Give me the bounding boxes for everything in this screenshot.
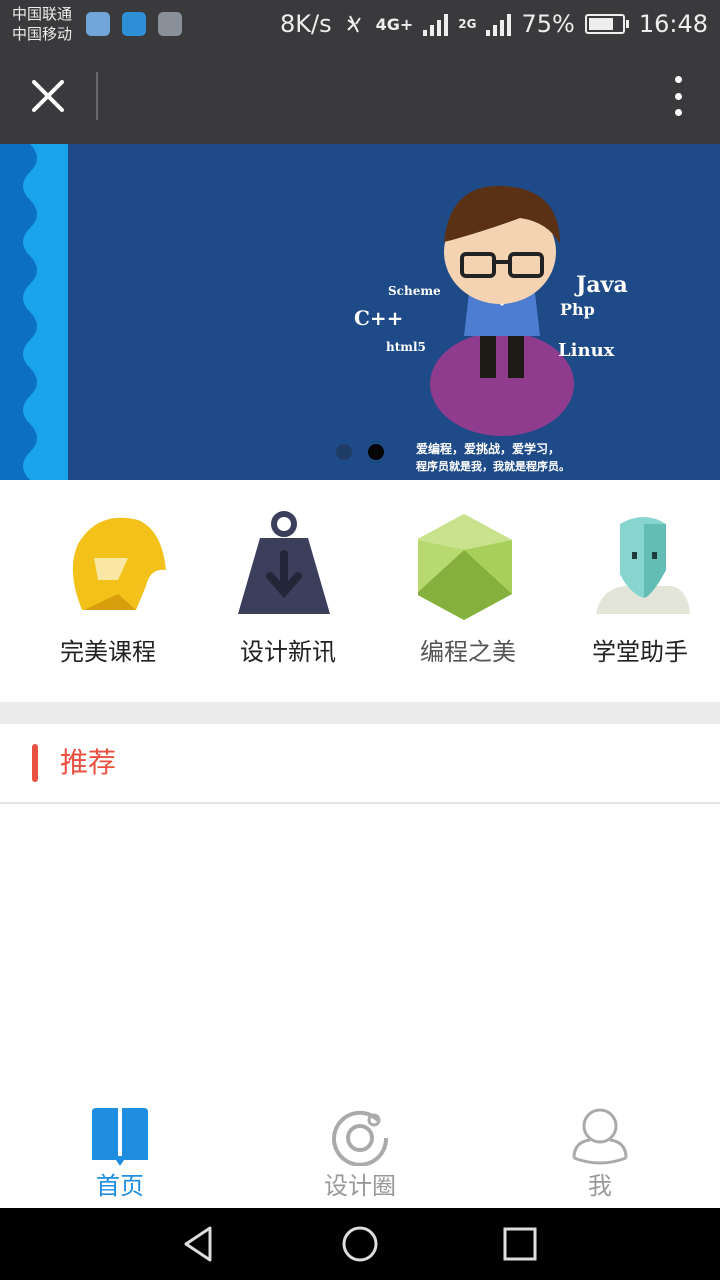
- home-icon[interactable]: [338, 1222, 382, 1266]
- lang-scheme: Scheme: [388, 284, 441, 298]
- battery-percent: 75%: [521, 10, 575, 38]
- clock: 16:48: [638, 10, 708, 38]
- more-options-button[interactable]: [666, 76, 690, 116]
- notification-icons: [86, 12, 182, 36]
- tab-label: 首页: [96, 1172, 144, 1200]
- recents-icon[interactable]: [498, 1222, 542, 1266]
- carousel-dot-2[interactable]: [368, 444, 384, 460]
- tab-me[interactable]: 我: [480, 1098, 720, 1208]
- circle-dot-icon: [332, 1110, 389, 1166]
- vibrate-off-icon: [346, 15, 361, 33]
- recommend-section-header: 推荐: [0, 724, 720, 804]
- bottom-tab-bar: 首页 设计圈 我: [0, 1098, 720, 1208]
- user-icon: [572, 1108, 628, 1165]
- entry-news[interactable]: 设计新讯: [198, 480, 378, 702]
- entry-coding[interactable]: 编程之美: [378, 480, 558, 702]
- entry-label: 完美课程: [60, 638, 156, 666]
- more-vertical-icon: [674, 76, 682, 83]
- status-right: 8K/s 4G+ 2G 75% 16:48: [280, 8, 708, 40]
- battery-icon: [584, 14, 629, 34]
- tab-label: 我: [588, 1172, 612, 1200]
- lang-html5: html5: [386, 340, 426, 354]
- robot-avatar-icon: [596, 517, 690, 614]
- book-icon: [92, 1108, 148, 1166]
- close-button[interactable]: [22, 70, 74, 122]
- network-type-1: 4G+: [375, 14, 414, 34]
- top-nav-bar: [0, 48, 720, 144]
- lang-linux: Linux: [558, 340, 615, 361]
- entry-courses[interactable]: 完美课程: [18, 480, 198, 702]
- section-accent-bar: [32, 744, 38, 782]
- tab-design-circle[interactable]: 设计圈: [240, 1098, 480, 1208]
- network-type-2: 2G: [458, 17, 477, 31]
- system-navigation-bar: [0, 1208, 720, 1280]
- net-speed: 8K/s: [280, 10, 332, 38]
- banner-slogan-2: 程序员就是我，我就是程序员。: [416, 460, 570, 473]
- carrier-1: 中国联通: [12, 5, 73, 23]
- section-title: 推荐: [60, 746, 117, 779]
- entry-assistant[interactable]: 学堂助手: [550, 480, 720, 702]
- status-bar: 中国联通 中国移动 8K/s 4G+ 2G 75% 16:48: [0, 0, 720, 48]
- tab-label: 设计圈: [324, 1172, 396, 1200]
- close-icon: [32, 80, 64, 112]
- tab-home[interactable]: 首页: [0, 1098, 240, 1208]
- gallery-notification-icon: [158, 12, 182, 36]
- gem-icon: [418, 514, 512, 620]
- nav-divider: [96, 72, 98, 120]
- entry-label: 编程之美: [420, 638, 516, 666]
- signal-2-icon: [486, 12, 512, 36]
- entry-label: 学堂助手: [592, 638, 688, 666]
- carousel-dot-1[interactable]: [336, 444, 352, 460]
- banner-carousel[interactable]: Java Scheme C++ Php html5 Linux 爱编程，爱挑战，…: [0, 144, 720, 480]
- quick-entry-grid: 完美课程 设计新讯 编程之美 学堂助手: [0, 480, 720, 702]
- carrier-2: 中国移动: [12, 25, 73, 43]
- banner-slogan-1: 爱编程，爱挑战，爱学习，: [416, 442, 561, 456]
- back-icon[interactable]: [178, 1222, 222, 1266]
- carrier-info: 中国联通 中国移动: [12, 4, 72, 44]
- signal-1-icon: [423, 12, 449, 36]
- helmet-icon: [72, 517, 166, 610]
- carousel-indicator: [336, 444, 384, 460]
- entry-label: 设计新讯: [240, 638, 336, 666]
- browser-notification-icon: [86, 12, 110, 36]
- location-notification-icon: [122, 12, 146, 36]
- lang-php: Php: [560, 300, 595, 319]
- lang-java: Java: [576, 272, 628, 298]
- programmer-character: [430, 185, 574, 436]
- lang-cpp: C++: [354, 306, 404, 330]
- weight-download-icon: [238, 511, 330, 614]
- section-separator: [0, 702, 720, 724]
